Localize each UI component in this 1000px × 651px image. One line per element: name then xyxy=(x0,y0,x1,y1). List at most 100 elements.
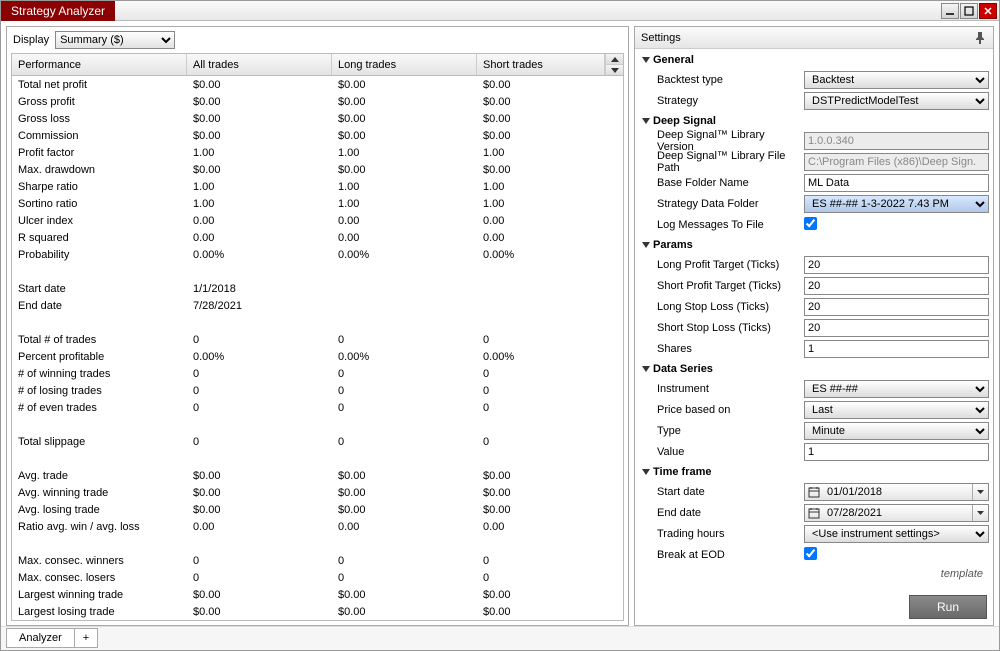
long-stop-field[interactable] xyxy=(804,298,989,316)
performance-table-body[interactable]: Total net profit$0.00$0.00$0.00Gross pro… xyxy=(12,76,623,620)
metric-all: $0.00 xyxy=(187,164,332,176)
metric-long: $0.00 xyxy=(332,504,477,516)
chevron-down-icon xyxy=(641,240,651,250)
metric-label: Gross profit xyxy=(12,96,187,108)
metric-label: Avg. trade xyxy=(12,470,187,482)
price-based-label: Price based on xyxy=(639,404,804,416)
metric-short: 1.00 xyxy=(477,198,623,210)
template-link[interactable]: template xyxy=(639,566,989,582)
start-date-picker[interactable]: 01/01/2018 xyxy=(804,483,989,501)
metric-label: Gross loss xyxy=(12,113,187,125)
metric-all: 0 xyxy=(187,436,332,448)
pin-icon[interactable] xyxy=(973,31,987,45)
end-date-picker[interactable]: 07/28/2021 xyxy=(804,504,989,522)
table-row: Probability0.00%0.00%0.00% xyxy=(12,246,623,263)
metric-label: Total # of trades xyxy=(12,334,187,346)
metric-long: $0.00 xyxy=(332,487,477,499)
long-stop-label: Long Stop Loss (Ticks) xyxy=(639,301,804,313)
lib-version-field xyxy=(804,132,989,150)
metric-label: Profit factor xyxy=(12,147,187,159)
chevron-down-icon xyxy=(641,467,651,477)
performance-panel: Display Summary ($) Performance All trad… xyxy=(6,26,629,626)
section-params[interactable]: Params xyxy=(639,236,989,254)
value-field[interactable] xyxy=(804,443,989,461)
metric-all: 1.00 xyxy=(187,181,332,193)
section-time-frame[interactable]: Time frame xyxy=(639,463,989,481)
window-title: Strategy Analyzer xyxy=(1,1,115,21)
type-select[interactable]: Minute xyxy=(804,422,989,440)
tab-analyzer[interactable]: Analyzer xyxy=(6,628,75,648)
table-row: Largest winning trade$0.00$0.00$0.00 xyxy=(12,586,623,603)
metric-all: 0 xyxy=(187,368,332,380)
metric-label: Probability xyxy=(12,249,187,261)
chevron-down-icon[interactable] xyxy=(972,484,988,500)
strategy-folder-select[interactable]: ES ##-## 1-3-2022 7.43 PM xyxy=(804,195,989,213)
table-row: Total # of trades000 xyxy=(12,331,623,348)
table-row: Largest losing trade$0.00$0.00$0.00 xyxy=(12,603,623,620)
minimize-button[interactable] xyxy=(941,3,959,19)
metric-long: 0.00 xyxy=(332,232,477,244)
section-general[interactable]: General xyxy=(639,51,989,69)
instrument-label: Instrument xyxy=(639,383,804,395)
section-deep-signal[interactable]: Deep Signal xyxy=(639,112,989,130)
chevron-up-icon[interactable] xyxy=(606,54,623,65)
break-eod-checkbox[interactable] xyxy=(804,547,817,560)
run-button[interactable]: Run xyxy=(909,595,987,619)
end-date-label: End date xyxy=(639,507,804,519)
metric-short: $0.00 xyxy=(477,470,623,482)
metric-long: $0.00 xyxy=(332,164,477,176)
metric-short: $0.00 xyxy=(477,130,623,142)
metric-short: 1.00 xyxy=(477,181,623,193)
short-profit-field[interactable] xyxy=(804,277,989,295)
log-messages-checkbox[interactable] xyxy=(804,217,817,230)
metric-long: 0 xyxy=(332,385,477,397)
price-based-select[interactable]: Last xyxy=(804,401,989,419)
log-messages-label: Log Messages To File xyxy=(639,219,804,231)
header-spinner[interactable] xyxy=(605,54,623,75)
backtest-type-select[interactable]: Backtest xyxy=(804,71,989,89)
short-profit-label: Short Profit Target (Ticks) xyxy=(639,280,804,292)
metric-label: Avg. winning trade xyxy=(12,487,187,499)
metric-short: $0.00 xyxy=(477,96,623,108)
section-data-series[interactable]: Data Series xyxy=(639,360,989,378)
base-folder-field[interactable] xyxy=(804,174,989,192)
metric-label: Total slippage xyxy=(12,436,187,448)
metric-short: 0 xyxy=(477,555,623,567)
metric-short: 0 xyxy=(477,402,623,414)
metric-long: 0 xyxy=(332,402,477,414)
strategy-select[interactable]: DSTPredictModelTest xyxy=(804,92,989,110)
metric-label: Sharpe ratio xyxy=(12,181,187,193)
metric-short: 0.00 xyxy=(477,215,623,227)
lib-path-field xyxy=(804,153,989,171)
short-stop-label: Short Stop Loss (Ticks) xyxy=(639,322,804,334)
table-row: # of even trades000 xyxy=(12,399,623,416)
add-tab-button[interactable]: + xyxy=(74,628,98,648)
chevron-down-icon xyxy=(641,364,651,374)
metric-label: Ulcer index xyxy=(12,215,187,227)
short-stop-field[interactable] xyxy=(804,319,989,337)
metric-long: $0.00 xyxy=(332,589,477,601)
metric-long: 0.00 xyxy=(332,215,477,227)
metric-all: 1/1/2018 xyxy=(187,283,332,295)
chevron-down-icon[interactable] xyxy=(606,65,623,75)
trading-hours-select[interactable]: <Use instrument settings> xyxy=(804,525,989,543)
long-profit-field[interactable] xyxy=(804,256,989,274)
table-row: Total slippage000 xyxy=(12,433,623,450)
metric-all: 7/28/2021 xyxy=(187,300,332,312)
chevron-down-icon[interactable] xyxy=(972,505,988,521)
shares-field[interactable] xyxy=(804,340,989,358)
metric-label: Max. drawdown xyxy=(12,164,187,176)
metric-long: 1.00 xyxy=(332,198,477,210)
instrument-select[interactable]: ES ##-## xyxy=(804,380,989,398)
metric-short: $0.00 xyxy=(477,164,623,176)
maximize-button[interactable] xyxy=(960,3,978,19)
metric-short: $0.00 xyxy=(477,606,623,618)
table-row: Sharpe ratio1.001.001.00 xyxy=(12,178,623,195)
display-select[interactable]: Summary ($) xyxy=(55,31,175,49)
metric-short: 0.00% xyxy=(477,249,623,261)
table-row: # of winning trades000 xyxy=(12,365,623,382)
value-label: Value xyxy=(639,446,804,458)
close-button[interactable] xyxy=(979,3,997,19)
metric-all: 0.00 xyxy=(187,215,332,227)
metric-label: R squared xyxy=(12,232,187,244)
